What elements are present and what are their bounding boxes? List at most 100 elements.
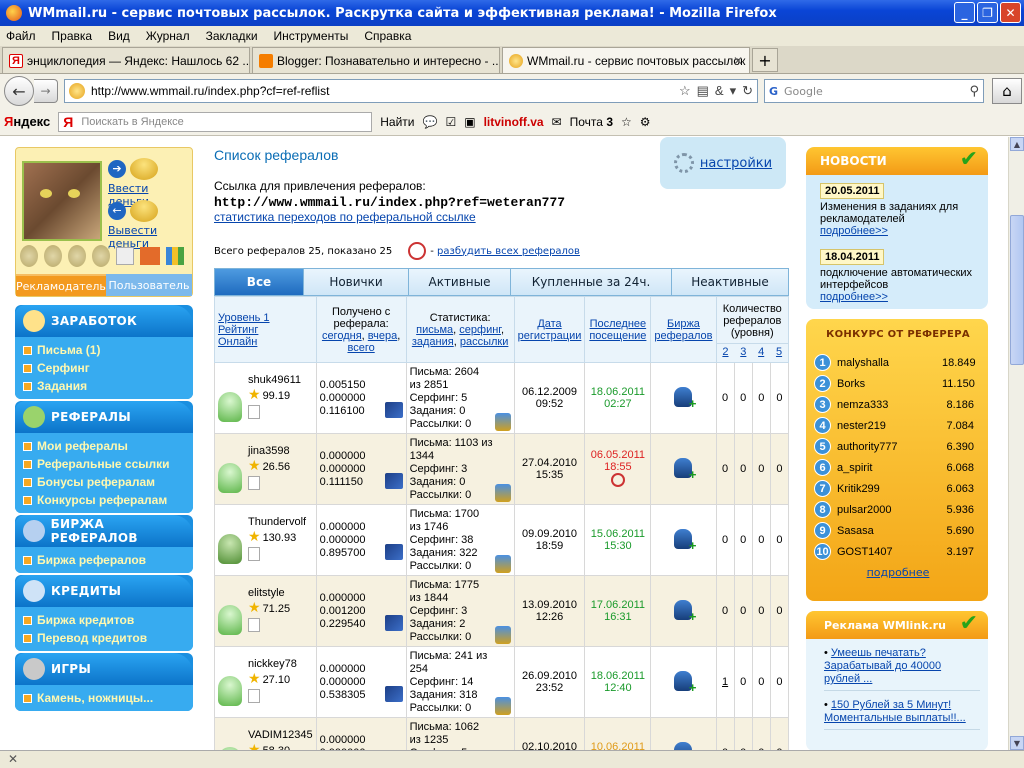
tab-blogger[interactable]: Blogger: Познавательно и интересно - ... <box>252 47 500 73</box>
back-button[interactable]: ← <box>4 76 34 106</box>
sort-letters-link[interactable]: письма <box>416 324 453 336</box>
sort-level-link[interactable]: Уровень 1 <box>218 312 270 324</box>
reload-icon[interactable]: ↻ <box>742 83 753 99</box>
translate-icon[interactable]: ▣ <box>464 115 475 129</box>
chart-icon[interactable] <box>384 614 403 631</box>
contest-more-link[interactable]: подробнее <box>867 566 930 579</box>
chart-icon[interactable] <box>166 247 184 265</box>
sort-tasks-link[interactable]: задания <box>412 336 454 348</box>
note-icon[interactable] <box>116 247 134 265</box>
menu-tools[interactable]: Инструменты <box>274 29 349 43</box>
document-icon[interactable] <box>248 405 260 419</box>
add-to-exchange-icon[interactable] <box>674 670 696 695</box>
menu-bookmarks[interactable]: Закладки <box>206 29 258 43</box>
tab-advertiser[interactable]: Рекламодатель <box>16 274 106 296</box>
menu-item-referral-links[interactable]: Реферальные ссылки <box>23 455 187 473</box>
sort-level5-link[interactable]: 5 <box>776 346 782 358</box>
add-to-exchange-icon[interactable] <box>674 457 696 482</box>
chart-icon[interactable] <box>384 543 403 560</box>
document-icon[interactable] <box>248 476 260 490</box>
document-icon[interactable] <box>248 618 260 632</box>
vertical-scrollbar[interactable]: ▲ ▼ <box>1008 137 1024 750</box>
news-more-link[interactable]: подробнее>> <box>820 225 888 237</box>
gear-icon[interactable]: ⚙ <box>640 115 651 129</box>
sort-reg-link[interactable]: Дата регистрации <box>518 318 582 342</box>
dropdown-icon[interactable]: ▾ <box>730 83 737 99</box>
chart-icon[interactable] <box>384 685 403 702</box>
username[interactable]: shuk49611 <box>248 374 301 386</box>
sort-last-link[interactable]: Последнее посещение <box>589 318 646 342</box>
menu-item-referral-bonuses[interactable]: Бонусы рефералам <box>23 473 187 491</box>
avatar[interactable] <box>22 161 102 241</box>
menu-item-rock-paper[interactable]: Камень, ножницы... <box>23 689 187 707</box>
search-input[interactable]: G Google ⚲ <box>764 79 984 103</box>
stats-chart-icon[interactable] <box>494 625 511 644</box>
mail-link[interactable]: Почта 3 <box>570 115 613 129</box>
ad-link[interactable]: Умеешь печатать? Зарабатывай до 40000 ру… <box>824 647 941 685</box>
username[interactable]: elitstyle <box>248 587 290 599</box>
chart-icon[interactable] <box>384 401 403 418</box>
yandex-find-button[interactable]: Найти <box>380 115 414 129</box>
menu-file[interactable]: Файл <box>6 29 36 43</box>
sort-online-link[interactable]: Онлайн <box>218 336 257 348</box>
menu-item-referral-exchange[interactable]: Биржа рефералов <box>23 551 187 569</box>
menu-item-referral-contests[interactable]: Конкурсы рефералам <box>23 491 187 509</box>
sort-rating-link[interactable]: Рейтинг <box>218 324 258 336</box>
ref-link[interactable]: http://www.wmmail.ru/index.php?ref=weter… <box>214 195 792 210</box>
menu-edit[interactable]: Правка <box>52 29 93 43</box>
spellcheck-icon[interactable]: ☑ <box>445 115 456 129</box>
sort-exchange-link[interactable]: Биржа рефералов <box>654 318 712 342</box>
url-bar[interactable]: http://www.wmmail.ru/index.php?cf=ref-re… <box>64 79 758 103</box>
close-button[interactable]: ✕ <box>1000 2 1021 23</box>
add-to-exchange-icon[interactable] <box>674 741 693 750</box>
stats-chart-icon[interactable] <box>494 483 511 502</box>
document-icon[interactable] <box>248 689 260 703</box>
add-to-exchange-icon[interactable] <box>674 386 696 411</box>
star-bookmark-icon[interactable]: ☆ <box>679 83 691 99</box>
speech-icon[interactable]: 💬 <box>423 115 438 129</box>
menu-item-tasks[interactable]: Задания <box>23 377 187 395</box>
yandex-search-input[interactable]: Я Поискать в Яндексе <box>58 111 373 132</box>
chart-icon[interactable] <box>384 472 403 489</box>
scroll-thumb[interactable] <box>1010 215 1024 365</box>
menu-games-header[interactable]: ИГРЫ <box>15 653 193 685</box>
menu-credits-header[interactable]: КРЕДИТЫ <box>15 575 193 607</box>
scroll-up-icon[interactable]: ▲ <box>1010 137 1024 151</box>
close-tab-icon[interactable]: ✕ <box>733 54 743 68</box>
wake-all-link[interactable]: разбудить всех рефералов <box>437 246 580 257</box>
ampersand-icon[interactable]: & <box>715 83 724 99</box>
sort-today-link[interactable]: сегодня <box>322 330 362 342</box>
username[interactable]: VADIM12345 <box>248 729 313 741</box>
yandex-logo[interactable]: Яндекс <box>4 114 50 129</box>
alarm-clock-icon[interactable] <box>610 472 625 487</box>
filter-active[interactable]: Активные <box>409 269 511 295</box>
scroll-down-icon[interactable]: ▼ <box>1010 736 1024 750</box>
menu-view[interactable]: Вид <box>108 29 130 43</box>
filter-all[interactable]: Все <box>215 269 304 295</box>
sort-level3-link[interactable]: 3 <box>740 346 746 358</box>
sort-level4-link[interactable]: 4 <box>758 346 764 358</box>
level2-count[interactable]: 1 <box>722 676 728 688</box>
menu-help[interactable]: Справка <box>364 29 411 43</box>
menu-item-my-referrals[interactable]: Мои рефералы <box>23 437 187 455</box>
username[interactable]: Thundervolf <box>248 516 306 528</box>
bookmark-icon[interactable]: ☆ <box>621 115 632 129</box>
stat-link[interactable]: статистика переходов по реферальной ссыл… <box>214 210 476 224</box>
settings-link[interactable]: настройки <box>700 156 772 171</box>
sort-mailings-link[interactable]: рассылки <box>460 336 509 348</box>
filter-bought[interactable]: Купленные за 24ч. <box>511 269 672 295</box>
filter-inactive[interactable]: Неактивные <box>672 269 788 295</box>
filter-new[interactable]: Новички <box>304 269 409 295</box>
tab-user[interactable]: Пользователь <box>105 274 192 296</box>
add-to-exchange-icon[interactable] <box>674 599 696 624</box>
menu-referrals-header[interactable]: РЕФЕРАЛЫ <box>15 401 193 433</box>
menu-item-letters[interactable]: Письма (1) <box>23 341 187 359</box>
menu-item-credit-transfer[interactable]: Перевод кредитов <box>23 629 187 647</box>
maximize-button[interactable]: ❐ <box>977 2 998 23</box>
menu-item-credit-exchange[interactable]: Биржа кредитов <box>23 611 187 629</box>
username[interactable]: jina3598 <box>248 445 290 457</box>
search-icon[interactable]: ⚲ <box>969 84 979 99</box>
username[interactable]: nickkey78 <box>248 658 297 670</box>
menu-item-surfing[interactable]: Серфинг <box>23 359 187 377</box>
tab-wmmail[interactable]: WMmail.ru - сервис почтовых рассылок ...… <box>502 47 750 73</box>
